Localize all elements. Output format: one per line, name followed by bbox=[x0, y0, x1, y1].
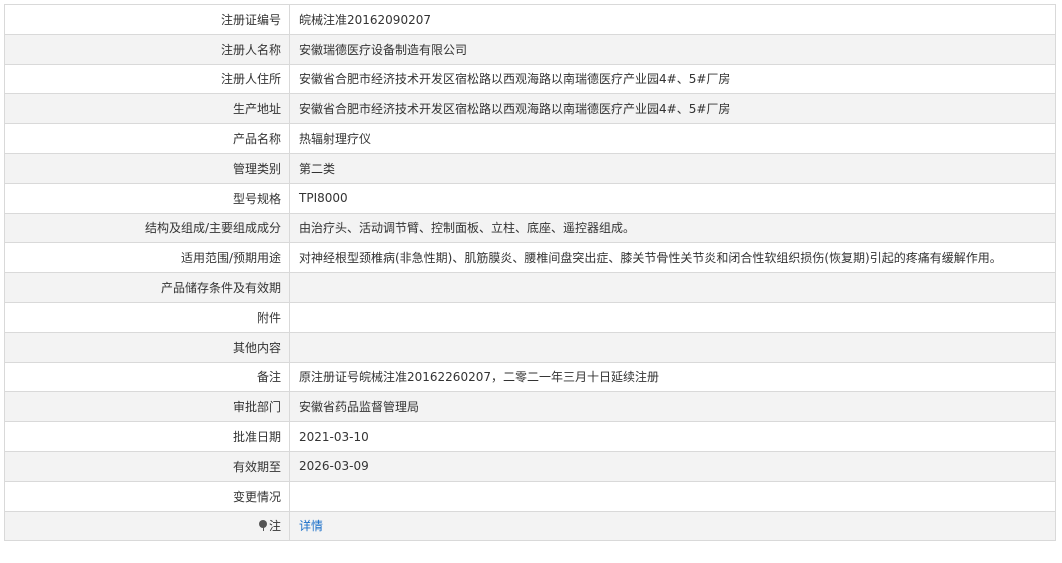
row-approval-dept: 审批部门 安徽省药品监督管理局 bbox=[4, 391, 1056, 423]
pin-icon bbox=[258, 520, 268, 532]
row-registrant-address: 注册人住所 安徽省合肥市经济技术开发区宿松路以西观海路以南瑞德医疗产业园4#、5… bbox=[4, 63, 1056, 95]
intended-use-label: 适用范围/预期用途 bbox=[4, 242, 290, 274]
row-product-name: 产品名称 热辐射理疗仪 bbox=[4, 123, 1056, 154]
note-label-cell: 注 bbox=[4, 510, 290, 542]
row-intended-use: 适用范围/预期用途 对神经根型颈椎病(非急性期)、肌筋膜炎、腰椎间盘突出症、膝关… bbox=[4, 242, 1056, 274]
storage-value bbox=[289, 272, 1056, 303]
approval-date-value: 2021-03-10 bbox=[289, 421, 1056, 452]
row-remarks: 备注 原注册证号皖械注准20162260207，二零二一年三月十日延续注册 bbox=[4, 361, 1056, 393]
registrant-name-value: 安徽瑞德医疗设备制造有限公司 bbox=[289, 33, 1056, 65]
registrant-address-label: 注册人住所 bbox=[4, 63, 290, 95]
row-production-address: 生产地址 安徽省合肥市经济技术开发区宿松路以西观海路以南瑞德医疗产业园4#、5#… bbox=[4, 93, 1056, 125]
changes-label: 变更情况 bbox=[4, 480, 290, 512]
other-value bbox=[289, 331, 1056, 363]
other-label: 其他内容 bbox=[4, 331, 290, 363]
intended-use-value: 对神经根型颈椎病(非急性期)、肌筋膜炎、腰椎间盘突出症、膝关节骨性关节炎和闭合性… bbox=[289, 242, 1056, 274]
valid-until-value: 2026-03-09 bbox=[289, 450, 1056, 482]
changes-value bbox=[289, 480, 1056, 512]
approval-date-label: 批准日期 bbox=[4, 421, 290, 452]
product-name-label: 产品名称 bbox=[4, 123, 290, 154]
product-name-value: 热辐射理疗仪 bbox=[289, 123, 1056, 154]
note-label: 注 bbox=[268, 519, 281, 534]
production-address-label: 生产地址 bbox=[4, 93, 290, 125]
approval-dept-value: 安徽省药品监督管理局 bbox=[289, 391, 1056, 423]
row-storage: 产品储存条件及有效期 bbox=[4, 272, 1056, 303]
row-structure: 结构及组成/主要组成成分 由治疗头、活动调节臂、控制面板、立柱、底座、遥控器组成… bbox=[4, 212, 1056, 244]
reg-no-label: 注册证编号 bbox=[4, 4, 290, 35]
registration-detail-table: 注册证编号 皖械注准20162090207 注册人名称 安徽瑞德医疗设备制造有限… bbox=[4, 4, 1056, 542]
row-note: 注 详情 bbox=[4, 510, 1056, 542]
management-class-value: 第二类 bbox=[289, 152, 1056, 184]
row-model-spec: 型号规格 TPI8000 bbox=[4, 182, 1056, 214]
registrant-name-label: 注册人名称 bbox=[4, 33, 290, 65]
model-spec-value: TPI8000 bbox=[289, 182, 1056, 214]
structure-label: 结构及组成/主要组成成分 bbox=[4, 212, 290, 244]
row-attachment: 附件 bbox=[4, 301, 1056, 333]
reg-no-value: 皖械注准20162090207 bbox=[289, 4, 1056, 35]
row-approval-date: 批准日期 2021-03-10 bbox=[4, 421, 1056, 452]
note-value-cell: 详情 bbox=[289, 510, 1056, 542]
valid-until-label: 有效期至 bbox=[4, 450, 290, 482]
row-valid-until: 有效期至 2026-03-09 bbox=[4, 450, 1056, 482]
remarks-value: 原注册证号皖械注准20162260207，二零二一年三月十日延续注册 bbox=[289, 361, 1056, 393]
structure-value: 由治疗头、活动调节臂、控制面板、立柱、底座、遥控器组成。 bbox=[289, 212, 1056, 244]
management-class-label: 管理类别 bbox=[4, 152, 290, 184]
attachment-value bbox=[289, 301, 1056, 333]
storage-label: 产品储存条件及有效期 bbox=[4, 272, 290, 303]
row-changes: 变更情况 bbox=[4, 480, 1056, 512]
row-other: 其他内容 bbox=[4, 331, 1056, 363]
row-registrant-name: 注册人名称 安徽瑞德医疗设备制造有限公司 bbox=[4, 33, 1056, 65]
attachment-label: 附件 bbox=[4, 301, 290, 333]
model-spec-label: 型号规格 bbox=[4, 182, 290, 214]
registrant-address-value: 安徽省合肥市经济技术开发区宿松路以西观海路以南瑞德医疗产业园4#、5#厂房 bbox=[289, 63, 1056, 95]
row-reg-no: 注册证编号 皖械注准20162090207 bbox=[4, 4, 1056, 35]
row-management-class: 管理类别 第二类 bbox=[4, 152, 1056, 184]
production-address-value: 安徽省合肥市经济技术开发区宿松路以西观海路以南瑞德医疗产业园4#、5#厂房 bbox=[289, 93, 1056, 125]
remarks-label: 备注 bbox=[4, 361, 290, 393]
details-link[interactable]: 详情 bbox=[299, 519, 323, 533]
approval-dept-label: 审批部门 bbox=[4, 391, 290, 423]
